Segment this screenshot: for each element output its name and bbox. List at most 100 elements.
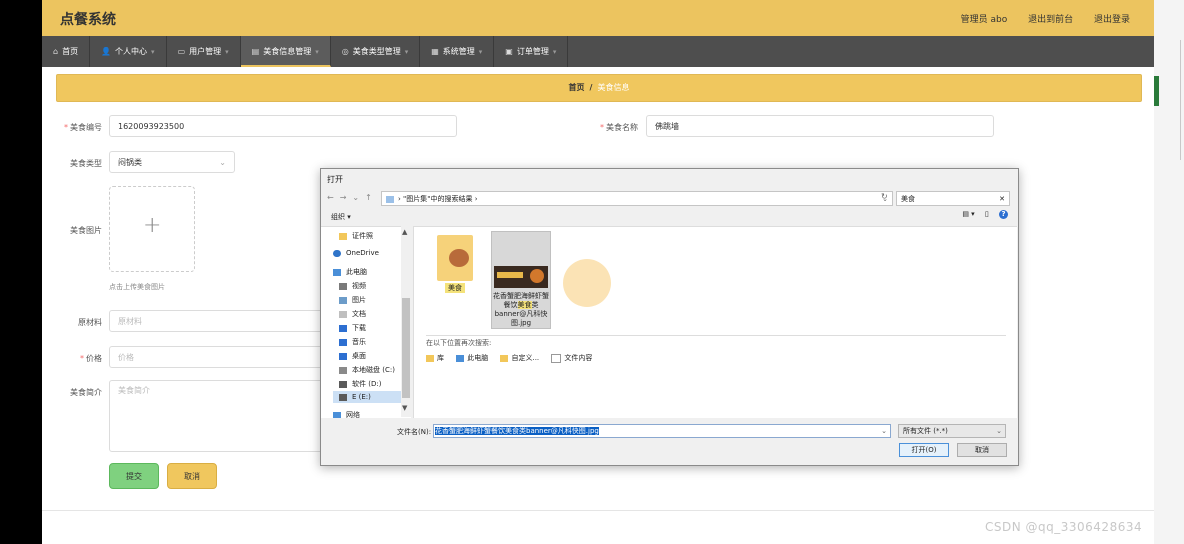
tree-item-pictures[interactable]: 图片 bbox=[339, 295, 366, 305]
nav-system-manage[interactable]: ▦ 系统管理 ▾ bbox=[420, 36, 495, 67]
upload-hint: 点击上传美食图片 bbox=[109, 283, 165, 291]
tree-item-desktop[interactable]: 桌面 bbox=[339, 351, 366, 361]
search-again-label: 在以下位置再次搜索: bbox=[426, 339, 492, 347]
scroll-marker bbox=[1154, 76, 1159, 106]
app-title: 点餐系统 bbox=[60, 12, 116, 28]
video-icon bbox=[339, 282, 347, 290]
chevron-down-icon: ▾ bbox=[404, 48, 409, 56]
image-thumbnail bbox=[494, 266, 548, 288]
home-icon: ⌂ bbox=[53, 47, 59, 56]
refresh-icon[interactable]: ↻ bbox=[881, 192, 888, 201]
path-box[interactable]: › "图片集"中的搜索结果 › ⌄ bbox=[381, 191, 893, 206]
search-this-pc-link[interactable]: 此电脑 bbox=[456, 354, 488, 362]
top-bar: 点餐系统 管理员 abo 退出到前台 退出登录 bbox=[42, 0, 1154, 36]
view-icon[interactable]: ▤ ▾ bbox=[962, 210, 974, 218]
tree-scrollbar[interactable]: ▲ ▼ bbox=[401, 226, 411, 417]
address-bar: ←→⌄↑ › "图片集"中的搜索结果 › ⌄ ↻ 美食 ✕ bbox=[327, 191, 1012, 207]
tree-item-id-photos[interactable]: 证件照 bbox=[339, 231, 373, 241]
scroll-down-icon[interactable]: ▼ bbox=[402, 404, 407, 412]
nav-user-manage[interactable]: ▭ 用户管理 ▾ bbox=[167, 36, 241, 67]
open-button[interactable]: 打开(O) bbox=[899, 443, 949, 457]
admin-user-label[interactable]: 管理员 abo bbox=[961, 15, 1008, 25]
folder-label: 美食 bbox=[445, 283, 465, 293]
picture-icon bbox=[339, 296, 347, 304]
scroll-up-icon[interactable]: ▲ bbox=[402, 228, 407, 236]
dialog-search-input[interactable]: 美食 ✕ bbox=[896, 191, 1010, 206]
view-controls: ▤ ▾ ▯ ? bbox=[954, 210, 1008, 219]
file-list: 美食 花香蟹肥海鲜虾蟹餐饮美食类banner@凡科快图.jpg 在以下位置再次搜… bbox=[413, 226, 1017, 418]
library-icon bbox=[386, 195, 394, 203]
tree-item-onedrive[interactable]: OneDrive bbox=[333, 249, 379, 257]
food-code-input[interactable]: 1620093923500 bbox=[109, 115, 457, 137]
dialog-toolbar: 组织 ▾ ▤ ▾ ▯ ? bbox=[321, 209, 1018, 225]
dialog-title: 打开 bbox=[327, 175, 343, 184]
disk-icon bbox=[339, 366, 347, 374]
logout-link[interactable]: 退出登录 bbox=[1094, 15, 1130, 25]
disk-icon bbox=[339, 393, 347, 401]
category-icon: ◎ bbox=[341, 47, 349, 56]
food-type-label: 美食类型 bbox=[70, 159, 102, 168]
food-type-select[interactable]: 闷锅类 ⌄ bbox=[109, 151, 235, 173]
chevron-down-icon: ⌄ bbox=[996, 427, 1002, 435]
food-name-input[interactable]: 佛跳墙 bbox=[646, 115, 994, 137]
tree-item-drive-c[interactable]: 本地磁盘 (C:) bbox=[339, 365, 395, 375]
intro-label: 美食简介 bbox=[70, 388, 102, 397]
nav-food-info-manage[interactable]: ▤ 美食信息管理 ▾ bbox=[240, 36, 331, 67]
image-file-item[interactable]: 花香蟹肥海鲜虾蟹餐饮美食类banner@凡科快图.jpg bbox=[491, 231, 551, 329]
cancel-button[interactable]: 取消 bbox=[167, 463, 217, 489]
nav-order-manage[interactable]: ▣ 订单管理 ▾ bbox=[494, 36, 569, 67]
disk-icon bbox=[339, 380, 347, 388]
help-icon[interactable]: ? bbox=[999, 210, 1008, 219]
chevron-down-icon: ▾ bbox=[315, 48, 319, 56]
price-label: * 价格 bbox=[80, 354, 102, 363]
dialog-cancel-button[interactable]: 取消 bbox=[957, 443, 1007, 457]
computer-icon bbox=[456, 354, 465, 362]
folder-icon bbox=[500, 354, 509, 362]
top-links: 管理员 abo 退出到前台 退出登录 bbox=[943, 12, 1130, 25]
search-custom-link[interactable]: 自定义... bbox=[500, 354, 539, 362]
search-again-section: 在以下位置再次搜索: 库 此电脑 自定义... 文件内容 bbox=[426, 335, 1006, 363]
organize-menu[interactable]: 组织 ▾ bbox=[331, 212, 351, 222]
filename-label: 文件名(N): bbox=[397, 428, 432, 436]
filename-input[interactable]: 花香蟹肥海鲜虾蟹餐饮美食类banner@凡科快图.jpg ⌄ bbox=[433, 424, 891, 438]
tree-item-network[interactable]: 网络 bbox=[333, 410, 360, 418]
download-icon bbox=[339, 324, 347, 332]
music-icon bbox=[339, 338, 347, 346]
filetype-select[interactable]: 所有文件 (*.*) ⌄ bbox=[898, 424, 1006, 438]
breadcrumb-current: 美食信息 bbox=[597, 83, 630, 92]
tree-item-this-pc[interactable]: 此电脑 bbox=[333, 267, 367, 277]
tree-item-music[interactable]: 音乐 bbox=[339, 337, 366, 347]
breadcrumb-home[interactable]: 首页 bbox=[569, 83, 585, 92]
material-label: 原材料 bbox=[78, 318, 102, 327]
breadcrumb: 首页 / 美食信息 bbox=[56, 74, 1142, 102]
search-file-content-link[interactable]: 文件内容 bbox=[551, 353, 592, 363]
tree-item-drive-d[interactable]: 软件 (D:) bbox=[339, 379, 381, 389]
chevron-down-icon: ▾ bbox=[151, 48, 155, 56]
search-library-link[interactable]: 库 bbox=[426, 354, 444, 362]
computer-icon bbox=[333, 268, 341, 276]
tree-item-downloads[interactable]: 下载 bbox=[339, 323, 366, 333]
nav-home[interactable]: ⌂ 首页 bbox=[42, 36, 91, 67]
food-name-label: * 美食名称 bbox=[600, 123, 638, 132]
main-nav: ⌂ 首页 👤 个人中心 ▾ ▭ 用户管理 ▾ ▤ 美食信息管理 ▾ ◎ 美食类型管理 ▾ ▦ 系统管… bbox=[42, 36, 1154, 67]
preview-pane-icon[interactable]: ▯ bbox=[985, 210, 989, 218]
clear-icon[interactable]: ✕ bbox=[999, 192, 1005, 207]
tree-item-videos[interactable]: 视频 bbox=[339, 281, 366, 291]
submit-button[interactable]: 提交 bbox=[109, 463, 159, 489]
folder-icon bbox=[437, 235, 473, 281]
chevron-down-icon[interactable]: ⌄ bbox=[881, 425, 887, 437]
folder-icon bbox=[339, 232, 347, 240]
chevron-down-icon: ▾ bbox=[552, 48, 557, 56]
system-icon: ▦ bbox=[431, 47, 439, 56]
nav-food-type-manage[interactable]: ◎ 美食类型管理 ▾ bbox=[331, 36, 421, 67]
nav-arrows[interactable]: ←→⌄↑ bbox=[327, 193, 378, 202]
tree-item-documents[interactable]: 文档 bbox=[339, 309, 366, 319]
nav-personal-center[interactable]: 👤 个人中心 ▾ bbox=[90, 36, 167, 67]
image-upload-box[interactable]: + bbox=[109, 186, 195, 272]
tree-item-drive-e[interactable]: E (E:) bbox=[333, 391, 405, 403]
scrollbar-thumb[interactable] bbox=[402, 298, 410, 398]
document-icon bbox=[339, 310, 347, 318]
back-to-frontend-link[interactable]: 退出到前台 bbox=[1028, 15, 1073, 25]
folder-item-food[interactable]: 美食 bbox=[429, 235, 481, 293]
folder-tree: 证件照 OneDrive 此电脑 视频 图片 文档 下载 音乐 桌面 本地磁盘 … bbox=[321, 226, 411, 418]
